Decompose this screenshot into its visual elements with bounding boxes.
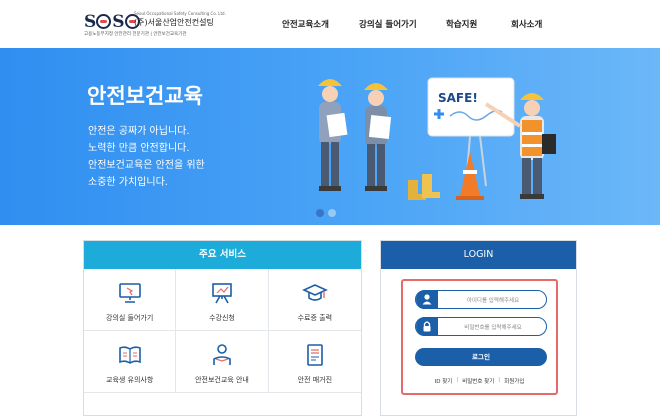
- password-placeholder: 비밀번호를 입력해주세요: [464, 325, 522, 331]
- login-title: LOGIN: [381, 241, 576, 269]
- account-links: ID 찾기 | 비밀번호 찾기 | 회원가입: [403, 377, 556, 385]
- find-id-link[interactable]: ID 찾기: [435, 377, 453, 385]
- lock-icon: [416, 317, 438, 336]
- reader-icon: [213, 344, 231, 365]
- sign-up-link[interactable]: 회원가입: [504, 377, 524, 385]
- login-panel: LOGIN 아이디를 입력해주세요 비밀번호를 입력해주세요 로그인 ID 찾기: [380, 240, 577, 416]
- logo-company-name: (주)서울산업안전컨설팅: [134, 18, 214, 27]
- hero-line: 소중한 가치입니다.: [88, 177, 168, 188]
- find-password-link[interactable]: 비밀번호 찾기: [462, 377, 494, 385]
- worker-figure: [364, 83, 392, 191]
- link-separator: |: [456, 377, 459, 383]
- service-enrollment[interactable]: 수강신청: [176, 269, 269, 331]
- magazine-icon: [307, 344, 323, 366]
- graduation-cap-icon: [301, 284, 328, 301]
- service-label: 수강신청: [209, 314, 235, 322]
- services-title: 주요 서비스: [84, 241, 361, 269]
- worker-figure: [318, 79, 348, 191]
- safety-boots: [408, 174, 440, 200]
- monitor-icon: [118, 283, 141, 303]
- hero-title: 안전보건교육: [87, 84, 203, 108]
- service-label: 교육생 유의사항: [106, 376, 154, 384]
- service-education-guide[interactable]: 안전보건교육 안내: [176, 331, 269, 393]
- user-icon: [416, 290, 438, 309]
- nav-item-classroom[interactable]: 강의실 들어가기: [359, 18, 417, 30]
- safety-workers-illustration: SAFE!: [318, 77, 556, 200]
- service-label: 강의실 들어가기: [106, 314, 154, 322]
- slide-dot-active[interactable]: [316, 209, 324, 217]
- hero-line: 안전보건교육은 안전을 위한: [88, 160, 205, 171]
- main-services-panel: 주요 서비스 강의실 들어가기 수강신청 수료증 출력 교육생 유의사항 안전보…: [83, 240, 362, 416]
- site-logo[interactable]: SS Seoul Occupational Safety Consulting …: [84, 11, 264, 40]
- user-id-placeholder: 아이디를 입력해주세요: [466, 298, 520, 304]
- service-label: 안전보건교육 안내: [195, 376, 249, 384]
- logo-subtitle: 고용노동부지정 안전관리 전문기관 | 안전보건교육기관: [84, 32, 187, 37]
- service-classroom[interactable]: 강의실 들어가기: [84, 269, 177, 331]
- service-certificate[interactable]: 수료증 출력: [268, 269, 361, 331]
- supervisor-figure: [484, 93, 556, 199]
- hero-line: 안전은 공짜가 아닙니다.: [88, 126, 190, 137]
- hero-line: 노력한 만큼 안전합니다.: [88, 143, 190, 154]
- nav-item-learning-support[interactable]: 학습지원: [446, 18, 477, 30]
- nav-item-company-intro[interactable]: 회사소개: [511, 18, 542, 30]
- user-id-input[interactable]: 아이디를 입력해주세요: [415, 290, 547, 309]
- login-button[interactable]: 로그인: [415, 348, 547, 366]
- slide-indicator: [316, 209, 336, 217]
- login-form: 아이디를 입력해주세요 비밀번호를 입력해주세요 로그인 ID 찾기 | 비밀번…: [401, 279, 558, 395]
- password-input[interactable]: 비밀번호를 입력해주세요: [415, 317, 547, 336]
- service-label: 안전 매거진: [297, 376, 333, 384]
- logo-mark: SS: [84, 12, 141, 31]
- nav-item-education-intro[interactable]: 안전교육소개: [282, 18, 329, 30]
- logo-english-name: Seoul Occupational Safety Consulting Co.…: [134, 11, 226, 16]
- site-header: SS Seoul Occupational Safety Consulting …: [0, 0, 660, 48]
- book-icon: [118, 346, 141, 364]
- service-label: 수료증 출력: [297, 314, 333, 322]
- hero-banner: 안전보건교육 안전은 공짜가 아닙니다. 노력한 만큼 안전합니다. 안전보건교…: [0, 48, 660, 225]
- easel-icon: [212, 283, 232, 304]
- service-notice[interactable]: 교육생 유의사항: [84, 331, 177, 393]
- board-text: SAFE!: [438, 91, 478, 105]
- hero-description: 안전은 공짜가 아닙니다. 노력한 만큼 안전합니다. 안전보건교육은 안전을 …: [88, 123, 205, 191]
- traffic-cone: [456, 152, 484, 200]
- service-magazine[interactable]: 안전 매거진: [268, 331, 361, 393]
- slide-dot[interactable]: [328, 209, 336, 217]
- link-separator: |: [498, 377, 501, 383]
- services-grid: 강의실 들어가기 수강신청 수료증 출력 교육생 유의사항 안전보건교육 안내 …: [84, 269, 361, 393]
